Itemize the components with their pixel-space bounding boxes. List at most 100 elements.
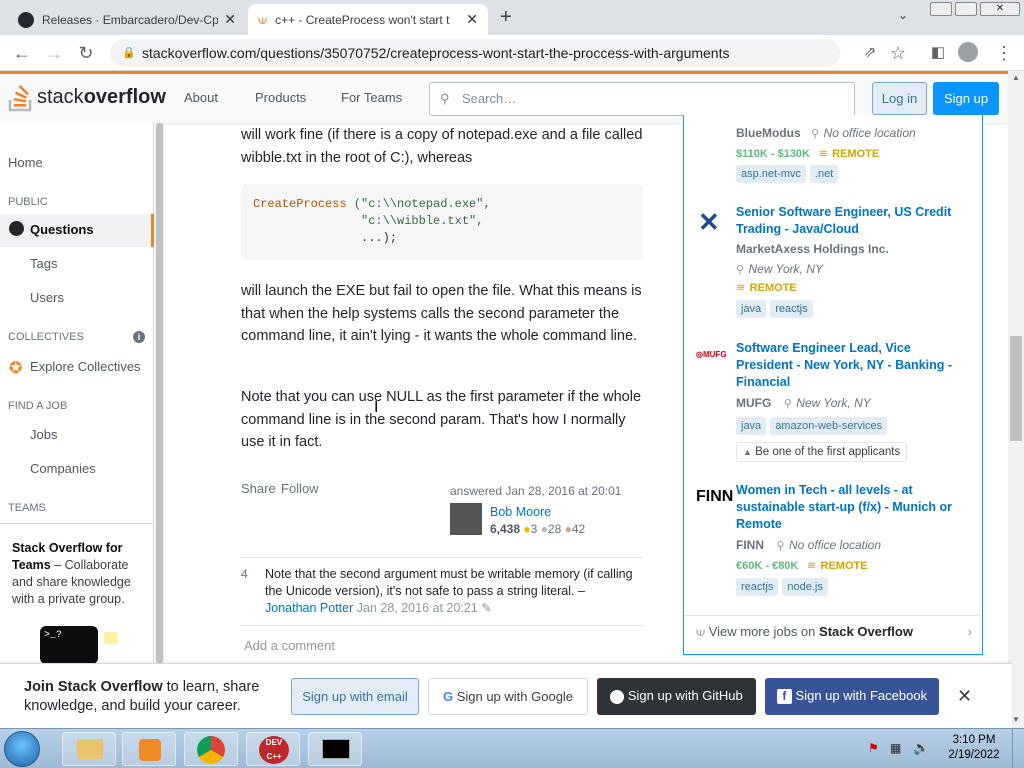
- tag[interactable]: amazon-web-services: [770, 417, 888, 435]
- job-company-row: FINN ⚲ No office location: [736, 536, 881, 554]
- job-title[interactable]: Software Engineer Lead, Vice President -…: [736, 340, 966, 391]
- comment-text: Note that the second argument must be wr…: [265, 567, 633, 598]
- sidebar-item-users[interactable]: Users: [30, 290, 64, 305]
- follow-link[interactable]: Follow: [281, 481, 319, 496]
- job-title[interactable]: Women in Tech - all levels - at sustaina…: [736, 482, 966, 533]
- early-applicant-text: Be one of the first applicants: [755, 446, 901, 458]
- show-desktop-button[interactable]: [1012, 729, 1024, 768]
- network-icon[interactable]: ▦: [890, 741, 901, 755]
- info-icon[interactable]: i: [133, 331, 145, 343]
- minimize-button[interactable]: [930, 2, 952, 16]
- author-reputation: 6,438 ●3 ●28 ●42: [490, 522, 586, 536]
- menu-kebab-icon[interactable]: ⋮: [992, 41, 1016, 65]
- explorer-icon[interactable]: [62, 732, 116, 766]
- network-warning-icon[interactable]: ⚑: [868, 741, 879, 755]
- page-scrollbar[interactable]: ▲ ▼: [1008, 71, 1024, 728]
- code-line-3: ...);: [253, 231, 398, 245]
- chevron-right-icon: ›: [967, 624, 972, 639]
- start-button[interactable]: [4, 731, 40, 767]
- chrome-icon[interactable]: [184, 732, 238, 766]
- job-company: FINN: [736, 538, 764, 552]
- close-window-button[interactable]: ✕: [980, 2, 1020, 16]
- profile-avatar[interactable]: [958, 42, 978, 62]
- sidebar-scrollbar[interactable]: [155, 123, 164, 663]
- jobs-panel: BlueModus ⚲ No office location $110K - $…: [683, 115, 983, 655]
- code-block: CreateProcess ("c:\\notepad.exe", "c:\\w…: [241, 184, 643, 260]
- answer-paragraph-2: will launch the EXE but fail to open the…: [241, 283, 642, 344]
- job-remote: REMOTE: [820, 560, 868, 572]
- new-tab-button[interactable]: +: [500, 6, 512, 29]
- pencil-icon[interactable]: ✎: [481, 601, 491, 615]
- arrow-up-icon: ▲: [743, 447, 752, 457]
- windows-taskbar: DEV C++ ⚑ ▦ 🔊 3:10 PM 2/19/2022: [0, 728, 1024, 768]
- text-cursor-icon: I: [374, 399, 379, 416]
- tag[interactable]: reactjs: [736, 578, 779, 596]
- signup-google-button[interactable]: G Sign up with Google: [428, 678, 588, 715]
- bookmark-star-icon[interactable]: ☆: [886, 41, 910, 65]
- scroll-down-icon[interactable]: ▼: [1012, 715, 1020, 724]
- back-icon[interactable]: ←: [10, 41, 34, 65]
- search-input[interactable]: ⚲ Search…: [429, 82, 855, 116]
- sidepanel-icon[interactable]: ◧: [926, 41, 950, 65]
- scroll-up-icon[interactable]: ▲: [1012, 73, 1020, 82]
- close-icon[interactable]: ✕: [466, 11, 478, 28]
- share-link[interactable]: Share: [241, 481, 276, 496]
- comment-score: 4: [241, 567, 248, 581]
- sidebar-item-companies[interactable]: Companies: [30, 461, 96, 476]
- early-applicant-badge: ▲ Be one of the first applicants: [736, 442, 908, 462]
- sidebar-item-tags[interactable]: Tags: [30, 256, 57, 271]
- sidebar-section-collectives: COLLECTIVES: [8, 331, 84, 343]
- share-icon[interactable]: ⇗: [858, 41, 882, 65]
- signup-email-button[interactable]: Sign up with email: [291, 678, 419, 715]
- forward-icon[interactable]: →: [42, 41, 66, 65]
- url-input[interactable]: 🔒 stackoverflow.com/questions/35070752/c…: [110, 39, 840, 67]
- sidebar-item-home[interactable]: Home: [8, 155, 43, 170]
- signup-facebook-button[interactable]: f Sign up with Facebook: [765, 678, 939, 715]
- job-company: MarketAxess Holdings Inc.: [736, 242, 889, 256]
- author-avatar[interactable]: [450, 503, 482, 535]
- signup-button[interactable]: Sign up: [933, 82, 999, 115]
- add-comment-link[interactable]: Add a comment: [244, 638, 335, 653]
- remote-icon: ≋: [818, 148, 828, 160]
- cmd-icon[interactable]: [308, 732, 362, 766]
- media-player-icon[interactable]: [122, 732, 176, 766]
- restore-button[interactable]: [955, 2, 977, 16]
- comment-author[interactable]: Jonathan Potter: [265, 601, 353, 615]
- comment-body: Note that the second argument must be wr…: [265, 566, 635, 617]
- devcpp-icon[interactable]: DEV C++: [246, 732, 300, 766]
- job-tags: reactjs node.js: [736, 577, 832, 596]
- volume-icon[interactable]: 🔊: [913, 740, 929, 756]
- close-icon[interactable]: ✕: [224, 11, 236, 28]
- nav-products[interactable]: Products: [255, 90, 306, 105]
- tag[interactable]: java: [736, 300, 767, 318]
- scrollbar-thumb[interactable]: [1010, 336, 1022, 441]
- tab-list-icon[interactable]: ⌄: [898, 8, 908, 22]
- login-button[interactable]: Log in: [872, 82, 927, 115]
- author-name[interactable]: Bob Moore: [490, 505, 551, 519]
- nav-about[interactable]: About: [184, 90, 218, 105]
- signup-google-label: Sign up with Google: [456, 689, 574, 704]
- clock[interactable]: 3:10 PM 2/19/2022: [944, 733, 1004, 763]
- signup-github-button[interactable]: Sign up with GitHub: [597, 678, 756, 715]
- sidebar-item-explore-collectives[interactable]: Explore Collectives: [30, 359, 141, 374]
- reload-icon[interactable]: ↻: [74, 41, 98, 65]
- tag[interactable]: .net: [809, 165, 839, 183]
- tag[interactable]: java: [736, 417, 767, 435]
- tab-releases[interactable]: Releases · Embarcadero/Dev-Cpp ✕: [8, 4, 246, 35]
- view-more-jobs-link[interactable]: ⟒ View more jobs on Stack Overflow ›: [696, 624, 972, 640]
- job-item[interactable]: BlueModus ⚲ No office location: [736, 124, 916, 142]
- tab-createprocess[interactable]: ⟒ c++ - CreateProcess won't start t ✕: [248, 4, 488, 35]
- tag[interactable]: reactjs: [770, 300, 813, 318]
- clock-time: 3:10 PM: [952, 734, 996, 746]
- tag[interactable]: asp.net-mvc: [736, 165, 806, 183]
- so-logo[interactable]: stack overflow: [8, 82, 166, 112]
- lock-icon: 🔒: [122, 47, 136, 59]
- sidebar-item-jobs[interactable]: Jobs: [30, 427, 57, 442]
- close-banner-icon[interactable]: ✕: [957, 686, 972, 707]
- nav-for-teams[interactable]: For Teams: [341, 90, 402, 105]
- sidebar-item-questions[interactable]: Questions: [0, 214, 154, 247]
- job-location: No office location: [788, 538, 882, 552]
- job-title[interactable]: Senior Software Engineer, US Credit Trad…: [736, 204, 966, 238]
- tag[interactable]: node.js: [782, 578, 828, 596]
- job-remote: REMOTE: [832, 148, 880, 160]
